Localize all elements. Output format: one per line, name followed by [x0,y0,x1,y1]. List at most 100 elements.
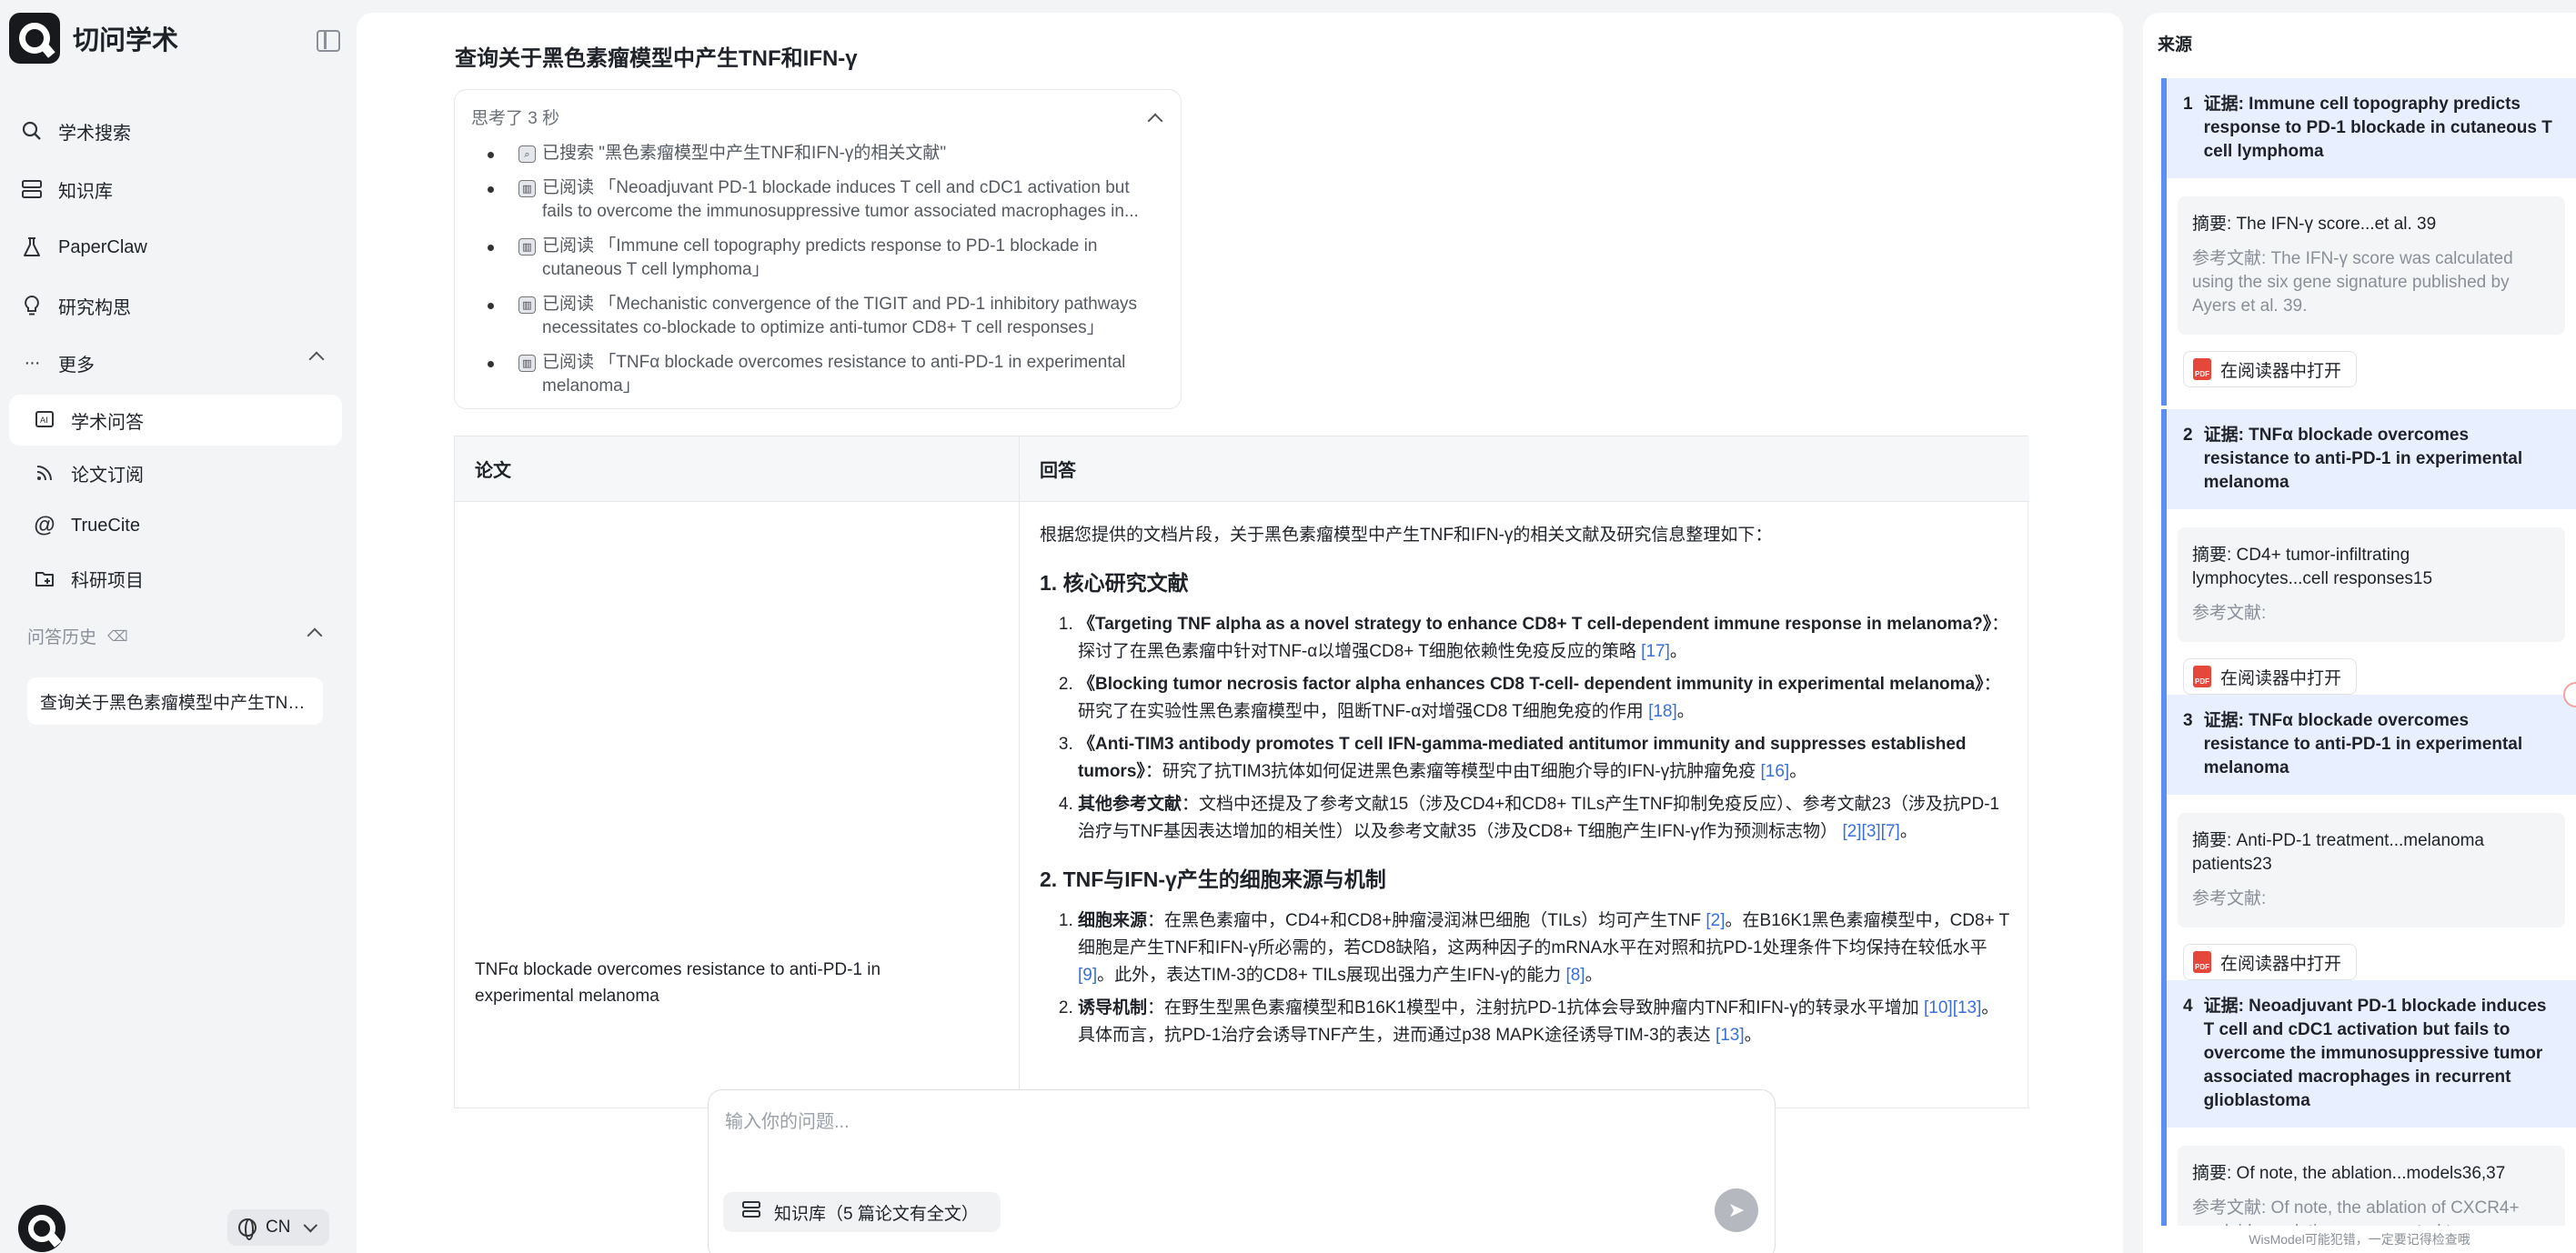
source-abstract: 摘要: The IFN-γ score...et al. 39 参考文献: Th… [2178,196,2565,335]
thinking-step: ▥ 已阅读 「TNFα blockade overcomes resistance… [471,351,1164,398]
source-number: 3 [2183,711,2193,730]
open-in-reader-label: 在阅读器中打开 [2220,668,2342,688]
sidebar-item-truecite[interactable]: @ TrueCite [9,500,342,551]
sidebar-item-label: 更多 [58,355,95,376]
source-number: 4 [2183,997,2193,1016]
item-title: 其他参考文献 [1078,795,1182,814]
sidebar-item-research-projects[interactable]: 科研项目 [9,553,342,604]
chevron-up-icon [308,351,325,367]
open-in-reader-label: 在阅读器中打开 [2220,954,2342,974]
thinking-header[interactable]: 思考了 3 秒 [471,105,1164,129]
source-abstract-text: 摘要: The IFN-γ score...et al. 39 [2192,215,2437,234]
source-number: 2 [2183,426,2193,445]
sidebar-item-label: 知识库 [58,181,113,202]
source-abstract: 摘要: Anti-PD-1 treatment...melanoma patie… [2178,813,2565,927]
list-item: 《Blocking tumor necrosis factor alpha en… [1078,671,2013,726]
user-avatar-logo-icon[interactable] [18,1205,65,1252]
source-card[interactable]: 2 证据: TNFα blockade overcomes resistance … [2161,409,2576,713]
book-icon: ▥ [518,355,536,372]
language-selector[interactable]: CN [227,1209,329,1246]
question-input[interactable] [725,1107,1726,1161]
source-reference-text: 参考文献: [2192,604,2267,623]
book-icon: ▥ [518,296,536,314]
item-text: 。 [1789,762,1807,781]
history-collapse-icon[interactable] [307,627,323,644]
section2-list: 细胞来源：在黑色素瘤中，CD4+和CD8+肿瘤浸润淋巴细胞（TILs）均可产生T… [1040,907,2013,1049]
lightbulb-icon [20,294,44,317]
sidebar-item-paperclaw[interactable]: PaperClaw [9,222,342,273]
source-title-text: 证据: TNFα blockade overcomes resistance t… [2203,426,2523,492]
clear-history-icon[interactable]: ⌫ [107,627,128,646]
list-item: 细胞来源：在黑色素瘤中，CD4+和CD8+肿瘤浸润淋巴细胞（TILs）均可产生T… [1078,907,2013,989]
column-header-answer: 回答 [1020,436,2029,502]
source-card[interactable]: 4 证据: Neoadjuvant PD-1 blockade induces T… [2161,980,2576,1253]
app-name: 切问学术 [73,26,179,55]
source-card[interactable]: 3 证据: TNFα blockade overcomes resistance … [2161,695,2576,998]
sidebar-item-label: 论文订阅 [71,465,144,486]
sidebar-item-academic-qa[interactable]: AI 学术问答 [9,395,342,446]
sidebar-item-paper-subscription[interactable]: 论文订阅 [9,447,342,498]
disclaimer-footer: WisModel可能犯错，一定要记得检查哦 [2143,1226,2576,1253]
send-button[interactable]: ➤ [1715,1188,1758,1232]
source-title-text: 证据: Immune cell topography predicts resp… [2203,95,2552,161]
source-reference-text: 参考文献: The IFN-γ score was calculated usi… [2192,249,2513,316]
citation-link[interactable]: [13] [1716,1026,1745,1045]
sidebar-item-knowledge-base[interactable]: 知识库 [9,164,342,215]
item-text: ：在黑色素瘤中，CD4+和CD8+肿瘤浸润淋巴细胞（TILs）均可产生TNF [1147,911,1706,930]
list-item: 诱导机制：在野生型黑色素瘤模型和B16K1模型中，注射抗PD-1抗体会导致肿瘤内… [1078,995,2013,1049]
sidebar-item-research-ideas[interactable]: 研究构思 [9,280,342,331]
list-item: 其他参考文献：文档中还提及了参考文献15（涉及CD4+和CD8+ TILs产生T… [1078,791,2013,846]
section1-list: 《Targeting TNF alpha as a novel strategy… [1040,611,2013,846]
source-abstract-text: 摘要: CD4+ tumor-infiltrating lymphocytes.… [2192,546,2433,588]
source-abstract: 摘要: CD4+ tumor-infiltrating lymphocytes.… [2178,527,2565,642]
open-in-reader-button[interactable]: PDF 在阅读器中打开 [2183,351,2358,387]
knowledge-base-chip[interactable]: 知识库（5 篇论文有全文） [723,1192,1001,1232]
open-in-reader-button[interactable]: PDF 在阅读器中打开 [2183,944,2358,980]
sidebar-item-more[interactable]: ··· 更多 [9,337,342,388]
source-abstract-text: 摘要: Of note, the ablation...models36,37 [2192,1164,2506,1183]
citation-link[interactable]: [10][13] [1924,998,1981,1017]
source-number: 1 [2183,95,2193,114]
citation-link[interactable]: [8] [1565,966,1585,985]
book-icon: ▥ [518,180,536,197]
source-title-text: 证据: TNFα blockade overcomes resistance t… [2203,711,2523,777]
open-in-reader-label: 在阅读器中打开 [2220,361,2342,381]
pdf-icon: PDF [2193,666,2211,687]
open-in-reader-button[interactable]: PDF 在阅读器中打开 [2183,658,2358,695]
history-label-text: 问答历史 [27,628,97,647]
search-icon [20,119,44,143]
question-title: 查询关于黑色素瘤模型中产生TNF和IFN-γ [455,46,858,71]
thinking-step-text: 已搜索 "黑色素瘤模型中产生TNF和IFN-γ的相关文献" [542,144,947,163]
sidebar-item-search[interactable]: 学术搜索 [9,105,342,156]
language-value: CN [266,1218,291,1237]
item-title: 细胞来源 [1078,911,1148,930]
citation-link[interactable]: [17] [1641,642,1670,661]
sidebar-item-label: PaperClaw [58,236,147,257]
item-text: 。此外，表达TIM-3的CD8+ TILs展现出强力产生IFN-γ的能力 [1097,966,1566,985]
source-reference-text: 参考文献: [2192,889,2267,908]
citation-link[interactable]: [18] [1648,702,1677,721]
main-panel: 查询关于黑色素瘤模型中产生TNF和IFN-γ 思考了 3 秒 ⌕ 已搜索 "黑色素… [357,13,2123,1253]
citation-link[interactable]: [2][3][7] [1842,822,1899,841]
at-sign-icon: @ [34,513,55,537]
thinking-steps: ⌕ 已搜索 "黑色素瘤模型中产生TNF和IFN-γ的相关文献" ▥ 已阅读 「Neo… [471,142,1164,398]
citation-link[interactable]: [9] [1078,966,1097,985]
citation-link[interactable]: [2] [1706,911,1725,930]
sidebar-collapse-icon[interactable] [317,30,340,52]
flask-icon [20,236,44,259]
history-item[interactable]: 查询关于黑色素瘤模型中产生TNF和IFN-γ [27,677,323,725]
chevron-down-icon [304,1218,318,1232]
chat-ai-icon: AI [33,408,56,432]
item-text: 。 [1669,642,1687,661]
brand[interactable]: 切问学术 [9,13,178,64]
list-item: 《Anti-TIM3 antibody promotes T cell IFN-… [1078,731,2013,786]
question-composer: 知识库（5 篇论文有全文） ➤ [708,1089,1776,1253]
sources-header: 来源 [2158,35,2193,55]
item-text: ：研究了抗TIM3抗体如何促进黑色素瘤等模型中由T细胞介导的IFN-γ抗肿瘤免疫 [1144,762,1761,781]
citation-link[interactable]: [16] [1761,762,1790,781]
source-card-body: 摘要: The IFN-γ score...et al. 39 参考文献: Th… [2167,178,2576,406]
source-card[interactable]: 1 证据: Immune cell topography predicts res… [2161,78,2576,406]
source-card-title: 1 证据: Immune cell topography predicts res… [2167,78,2576,178]
thinking-step: ⌕ 已搜索 "黑色素瘤模型中产生TNF和IFN-γ的相关文献" [471,142,1164,165]
section-heading: 2. TNF与IFN-γ产生的细胞来源与机制 [1040,867,1386,891]
